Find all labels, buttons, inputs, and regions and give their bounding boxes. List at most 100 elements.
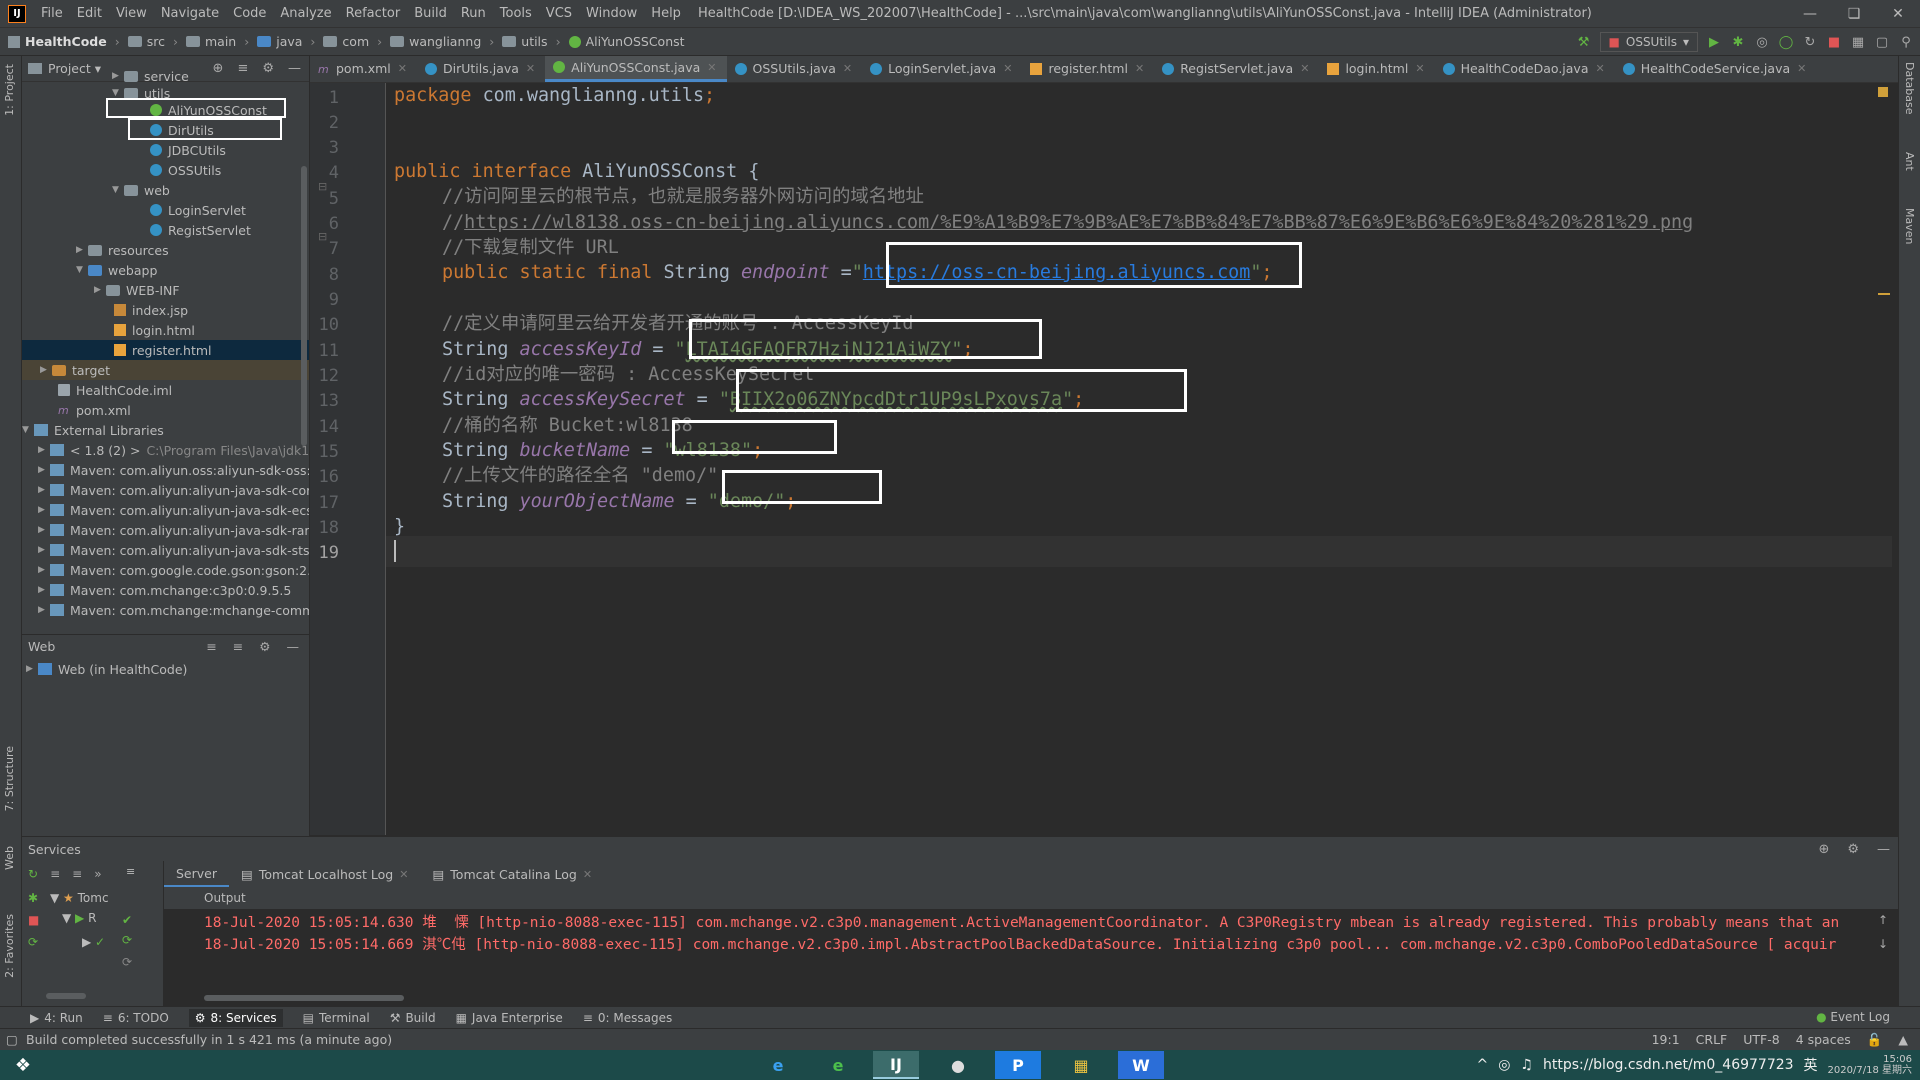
menu-navigate[interactable]: Navigate [154, 6, 226, 21]
close-icon[interactable]: ✕ [1003, 62, 1012, 75]
tree-item-webapp[interactable]: ▼ webapp [76, 260, 157, 280]
close-icon[interactable]: ✕ [526, 62, 535, 75]
chevron-up-icon[interactable]: ^ [1476, 1057, 1488, 1073]
breadcrumb-java[interactable]: java › [249, 34, 315, 49]
tab-loginservlet[interactable]: LoginServlet.java ✕ [862, 56, 1022, 82]
search-icon[interactable]: ⚲ [1898, 34, 1914, 50]
menu-edit[interactable]: Edit [70, 6, 109, 21]
tool-services[interactable]: ⚙ 8: Services [188, 1008, 283, 1027]
console-output[interactable]: Output 18-Jul-2020 15:05:14.630 堆 慄 [htt… [164, 887, 1898, 1007]
tab-healthcodedao[interactable]: HealthCodeDao.java ✕ [1435, 56, 1615, 82]
tree-item-library[interactable]: ▶ Maven: com.aliyun:aliyun-java-sdk-core: [38, 480, 309, 500]
menu-view[interactable]: View [109, 6, 154, 21]
check-icon[interactable]: ✔ [122, 913, 132, 927]
chevron-right-icon[interactable]: ▶ [76, 245, 88, 255]
chevron-right-icon[interactable]: ▶ [26, 664, 38, 674]
tree-item-pom-xml[interactable]: m pom.xml [58, 400, 131, 420]
debug-icon[interactable]: ✱ [1730, 34, 1746, 50]
tab-registservlet[interactable]: RegistServlet.java ✕ [1154, 56, 1319, 82]
tool-tab-structure[interactable]: 7: Structure [3, 746, 16, 811]
tab-tomcat-catalina-log[interactable]: ▤ Tomcat Catalina Log ✕ [420, 867, 604, 882]
chevron-down-icon[interactable]: ▾ [95, 61, 101, 76]
tool-tab-ant[interactable]: Ant [1903, 152, 1916, 171]
expand-all-icon[interactable]: ≡ [50, 867, 60, 881]
tree-item-index-jsp[interactable]: index.jsp [114, 300, 188, 320]
close-icon[interactable]: ✕ [583, 868, 592, 881]
error-stripe-mark[interactable] [1878, 293, 1890, 295]
close-icon[interactable]: ✕ [843, 62, 852, 75]
bug-icon[interactable]: ✱ [28, 891, 38, 905]
tree-item-healthcode-iml[interactable]: HealthCode.iml [58, 380, 172, 400]
event-log-button[interactable]: ● Event Log [1816, 1010, 1890, 1024]
close-icon[interactable]: ✕ [1797, 62, 1806, 75]
p-app-icon[interactable]: P [995, 1051, 1041, 1079]
run-config-select[interactable]: ■ OSSUtils ▾ [1599, 32, 1698, 52]
breadcrumb-file[interactable]: AliYunOSSConst [561, 34, 685, 49]
tree-item-library[interactable]: ▶ Maven: com.google.code.gson:gson:2.8 [38, 560, 309, 580]
tab-dirutils[interactable]: DirUtils.java ✕ [417, 56, 545, 82]
project-panel-title[interactable]: Project [48, 61, 91, 76]
chevron-right-icon[interactable]: ▶ [38, 605, 50, 615]
menu-code[interactable]: Code [226, 6, 273, 21]
tool-build[interactable]: ⚒ Build [390, 1011, 436, 1025]
menu-tools[interactable]: Tools [493, 6, 539, 21]
tool-tab-favorites[interactable]: 2: Favorites [3, 914, 16, 978]
tree-item-ossutils[interactable]: OSSUtils [150, 160, 221, 180]
gear-icon[interactable]: ⚙ [262, 61, 274, 76]
tree-item-library[interactable]: ▶ Maven: com.aliyun:aliyun-java-sdk-ram: [38, 520, 309, 540]
tree-item-external-libraries[interactable]: ▼ External Libraries [22, 420, 164, 440]
tree-item-library[interactable]: ▶ Maven: com.aliyun:aliyun-java-sdk-ecs:4 [38, 500, 309, 520]
run-icon[interactable]: ▶ [1706, 34, 1722, 50]
chevron-down-icon[interactable]: ▼ [112, 185, 124, 195]
hide-icon[interactable]: — [287, 639, 300, 654]
hide-icon[interactable]: — [1877, 842, 1890, 857]
chevron-down-icon[interactable]: ▼ [112, 88, 124, 98]
tool-messages[interactable]: ≡ 0: Messages [583, 1011, 672, 1025]
menu-refactor[interactable]: Refactor [339, 6, 408, 21]
close-icon[interactable]: ✕ [399, 868, 408, 881]
tomcat-artifact-item[interactable]: ▶ ✓ [82, 935, 105, 949]
tomcat-run-item[interactable]: ▼ ▶ R [62, 911, 96, 925]
status-message[interactable]: Build completed successfully in 1 s 421 … [26, 1032, 392, 1047]
comment-url-link[interactable]: https://wl8138.oss-cn-beijing.aliyuncs.c… [464, 212, 1693, 233]
clock[interactable]: 15:06 2020/7/18 星期六 [1828, 1054, 1912, 1076]
gear-icon[interactable]: ⚙ [259, 639, 270, 654]
ie-browser-icon[interactable]: e [815, 1051, 861, 1079]
tool-tab-web[interactable]: Web [3, 846, 16, 870]
close-icon[interactable]: ✕ [1876, 0, 1920, 28]
tree-item-library[interactable]: ▶ Maven: com.aliyun:aliyun-java-sdk-sts:3… [38, 540, 309, 560]
tab-aliyunossconst[interactable]: AliYunOSSConst.java ✕ [545, 56, 727, 82]
horizontal-scrollbar[interactable] [204, 995, 404, 1001]
tool-tab-database[interactable]: Database [1903, 62, 1916, 115]
breadcrumb-main[interactable]: main › [178, 34, 249, 49]
close-icon[interactable]: ✕ [1300, 62, 1309, 75]
tab-ossutils[interactable]: OSSUtils.java ✕ [727, 56, 863, 82]
line-separator[interactable]: CRLF [1696, 1032, 1728, 1048]
tab-healthcodeservice[interactable]: HealthCodeService.java ✕ [1615, 56, 1817, 82]
menu-window[interactable]: Window [579, 6, 644, 21]
tab-tomcat-localhost-log[interactable]: ▤ Tomcat Localhost Log ✕ [229, 867, 420, 882]
chevron-down-icon[interactable]: ▼ [76, 265, 88, 275]
hide-icon[interactable]: — [288, 61, 301, 76]
tree-item-library[interactable]: ▶ Maven: com.aliyun.oss:aliyun-sdk-oss:3. [38, 460, 309, 480]
layout-icon[interactable]: ▢ [1874, 34, 1890, 50]
breadcrumb-com[interactable]: com › [315, 34, 382, 49]
breadcrumb-utils[interactable]: utils › [494, 34, 561, 49]
tree-item-web-inf[interactable]: ▶ WEB-INF [94, 280, 180, 300]
collapse-all-icon[interactable]: ≡ [72, 867, 82, 881]
notification-icon[interactable]: ▲ [1898, 1032, 1908, 1048]
list-icon[interactable]: ≡ [126, 865, 135, 878]
collapse-all-icon[interactable]: ≡ [237, 61, 248, 76]
chevron-right-icon[interactable]: ▶ [112, 71, 124, 81]
breadcrumb-project[interactable]: HealthCode › [0, 34, 120, 49]
fold-icon[interactable]: ⊟ [318, 180, 327, 193]
menu-help[interactable]: Help [644, 6, 688, 21]
globe-icon[interactable]: ⊕ [1818, 842, 1829, 857]
restore-icon[interactable]: ❏ [1832, 0, 1876, 28]
deploy-icon[interactable]: ⟳ [28, 935, 38, 949]
indent-setting[interactable]: 4 spaces [1796, 1032, 1851, 1048]
tool-run[interactable]: ▶ 4: Run [30, 1011, 83, 1025]
scrollbar[interactable] [301, 166, 307, 446]
chevron-right-icon[interactable]: ▶ [38, 545, 50, 555]
chevron-right-icon[interactable]: ▶ [94, 285, 106, 295]
